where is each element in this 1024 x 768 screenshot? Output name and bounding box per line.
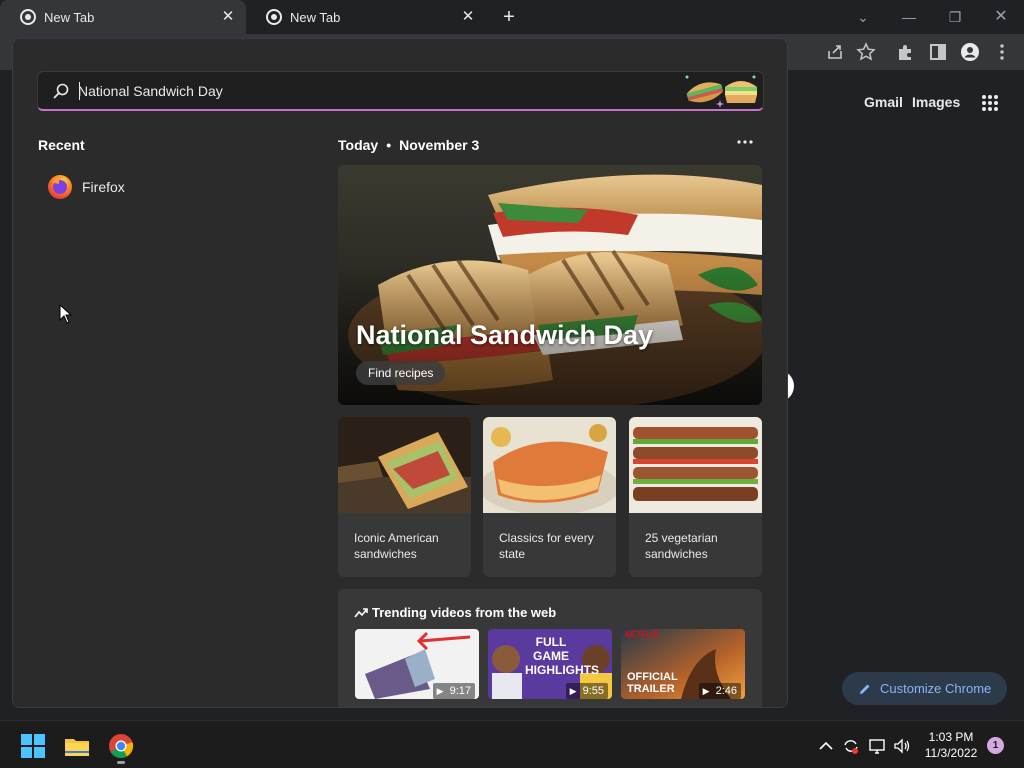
card-thumbnail-image — [483, 417, 616, 513]
card-thumbnail-image — [629, 417, 762, 513]
tab-title: New Tab — [44, 9, 95, 25]
tab-search-chevron-icon[interactable]: ⌄ — [851, 6, 875, 28]
google-apps-grid-icon[interactable] — [981, 94, 999, 112]
video-duration: ▶ 2:46 — [698, 683, 741, 699]
recent-item-firefox[interactable]: Firefox — [47, 173, 125, 201]
text-caret — [79, 82, 80, 100]
close-window-button[interactable]: ✕ — [989, 6, 1013, 28]
file-explorer-icon[interactable] — [64, 733, 90, 759]
find-recipes-button[interactable]: Find recipes — [356, 361, 446, 385]
video-overlay-text: OFFICIAL TRAILER — [627, 671, 678, 695]
tab-new-tab-2[interactable]: New Tab ✕ — [246, 0, 486, 34]
clock-date: 11/3/2022 — [924, 746, 978, 760]
tab-new-tab-1[interactable]: New Tab ✕ — [0, 0, 246, 34]
gmail-link[interactable]: Gmail — [864, 94, 903, 110]
search-input[interactable] — [78, 80, 678, 102]
windows-start-icon[interactable] — [20, 733, 46, 759]
tab-title: New Tab — [290, 9, 341, 25]
volume-icon[interactable] — [893, 737, 911, 755]
card-classics-for-every-state[interactable]: Classics for every state — [483, 417, 616, 577]
trending-video-1[interactable]: ▶ 9:17 — [355, 629, 479, 699]
video-duration: ▶ 9:55 — [565, 683, 608, 699]
sync-update-icon[interactable] — [842, 737, 860, 755]
card-thumbnail-image — [338, 417, 471, 513]
side-panel-icon[interactable] — [928, 42, 948, 62]
today-header: Today • November 3 — [338, 137, 480, 153]
trending-video-2[interactable]: FULL GAME HIGHLIGHTS ▶ 9:55 — [488, 629, 612, 699]
video-duration: ▶ 9:17 — [432, 683, 475, 699]
play-icon: ▶ — [702, 685, 710, 696]
trending-videos-section: Trending videos from the web ▶ 9:17 FULL … — [338, 589, 762, 707]
trending-arrow-icon — [354, 607, 368, 617]
close-tab-icon[interactable]: ✕ — [460, 9, 476, 25]
card-text: Iconic American sandwiches — [354, 531, 439, 561]
hero-title: National Sandwich Day — [356, 320, 654, 350]
more-options-icon[interactable] — [735, 135, 755, 149]
bookmark-star-icon[interactable] — [856, 42, 876, 62]
search-icon — [53, 83, 69, 99]
mouse-cursor-icon — [59, 304, 73, 324]
windows-taskbar: 1:03 PM 11/3/2022 1 — [0, 720, 1024, 768]
clock-time: 1:03 PM — [928, 730, 974, 744]
extensions-puzzle-icon[interactable] — [896, 42, 916, 62]
restore-button[interactable]: ❐ — [943, 6, 967, 28]
close-tab-icon[interactable]: ✕ — [220, 9, 236, 25]
play-icon: ▶ — [569, 685, 577, 696]
windows-search-panel: Recent Firefox Today•November 3 — [12, 38, 788, 708]
trending-heading: Trending videos from the web — [354, 605, 556, 620]
card-text: 25 vegetarian sandwiches — [645, 531, 718, 561]
tab-strip: New Tab ✕ New Tab ✕ + ⌄ — ❐ ✕ — [0, 0, 1024, 34]
recent-heading: Recent — [38, 137, 85, 153]
today-label: Today — [338, 137, 379, 153]
trending-video-3[interactable]: NETFLIX OFFICIAL TRAILER ▶ 2:46 — [621, 629, 745, 699]
images-link[interactable]: Images — [912, 94, 960, 110]
share-icon[interactable] — [825, 42, 845, 62]
chrome-taskbar-icon[interactable] — [108, 733, 134, 759]
notification-badge[interactable]: 1 — [987, 737, 1004, 754]
duration-text: 9:17 — [449, 685, 471, 697]
video-overlay-text: FULL GAME HIGHLIGHTS — [525, 635, 599, 677]
taskbar-clock[interactable]: 1:03 PM 11/3/2022 — [916, 729, 986, 761]
play-icon: ▶ — [436, 685, 444, 696]
pencil-icon — [860, 684, 870, 694]
hero-card[interactable]: National Sandwich Day Find recipes — [338, 165, 762, 405]
duration-text: 9:55 — [582, 685, 604, 697]
menu-kebab-icon[interactable] — [992, 42, 1012, 62]
new-tab-button[interactable]: + — [498, 6, 520, 28]
card-25-vegetarian-sandwiches[interactable]: 25 vegetarian sandwiches — [629, 417, 762, 577]
netflix-logo: NETFLIX — [625, 630, 659, 639]
search-box[interactable] — [37, 71, 764, 111]
card-iconic-american-sandwiches[interactable]: Iconic American sandwiches — [338, 417, 471, 577]
chrome-icon — [20, 9, 36, 25]
chrome-icon — [266, 9, 282, 25]
today-date: November 3 — [399, 137, 480, 153]
profile-avatar-icon[interactable] — [960, 42, 980, 62]
show-hidden-icons-chevron-icon[interactable] — [817, 737, 835, 755]
recent-item-label: Firefox — [82, 179, 125, 195]
firefox-icon — [48, 175, 72, 199]
duration-text: 2:46 — [715, 685, 737, 697]
customize-chrome-button[interactable]: Customize Chrome — [842, 672, 1007, 705]
customize-label: Customize Chrome — [880, 681, 992, 696]
card-text: Classics for every state — [499, 531, 594, 561]
sandwich-illustration-icon — [685, 75, 757, 108]
trending-title: Trending videos from the web — [372, 605, 557, 620]
active-app-indicator — [117, 761, 125, 764]
minimize-button[interactable]: — — [897, 6, 921, 28]
network-icon[interactable] — [868, 737, 886, 755]
